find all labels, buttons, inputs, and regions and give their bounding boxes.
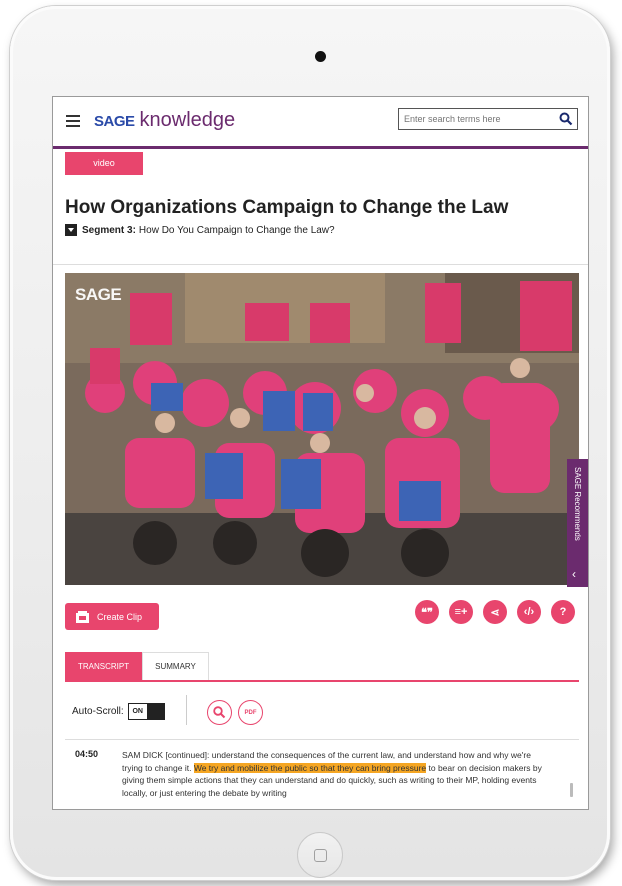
share-icon: ⋖	[490, 606, 500, 619]
video-frame-image	[65, 273, 579, 585]
tabs-underline	[65, 680, 579, 682]
create-clip-label: Create Clip	[97, 611, 143, 622]
segment-row[interactable]: Segment 3: How Do You Campaign to Change…	[65, 224, 335, 236]
video-player[interactable]: SAGE	[65, 273, 579, 585]
search-icon	[213, 706, 226, 719]
search-icon[interactable]	[559, 112, 573, 126]
pdf-button[interactable]: PDF	[238, 700, 263, 725]
segment-dropdown-icon[interactable]	[65, 224, 77, 236]
segment-label: Segment 3:	[82, 224, 136, 236]
tab-transcript[interactable]: TRANSCRIPT	[65, 652, 143, 680]
page-title: How Organizations Campaign to Change the…	[65, 197, 509, 218]
header: SAGE knowledge	[53, 97, 588, 149]
autoscroll-control: Auto-Scroll: ON	[72, 703, 165, 720]
tablet-frame: SAGE knowledge video How Organizations C…	[10, 6, 610, 880]
create-clip-button[interactable]: Create Clip	[65, 603, 159, 630]
autoscroll-label: Auto-Scroll:	[72, 706, 124, 717]
action-buttons: ❝❞ ≡+ ⋖ ‹/› ?	[415, 600, 585, 624]
screen: SAGE knowledge video How Organizations C…	[52, 96, 589, 810]
help-icon: ?	[559, 606, 567, 618]
toolbar-divider	[186, 695, 187, 725]
logo-text: knowledge	[139, 109, 236, 131]
search-box	[398, 108, 578, 130]
transcript-search-button[interactable]	[207, 700, 232, 725]
transcript-text: SAM DICK [continued]: understand the con…	[122, 749, 552, 799]
sage-recommends-label: SAGE Recommends	[573, 467, 582, 541]
logo[interactable]: SAGE knowledge	[94, 109, 235, 132]
transcript-highlight: We try and mobilize the public so that t…	[193, 762, 427, 773]
video-watermark: SAGE	[75, 285, 122, 304]
cite-button[interactable]: ❝❞	[415, 600, 439, 624]
pdf-label: PDF	[244, 709, 257, 716]
sage-recommends-tab[interactable]: SAGE Recommends ‹	[567, 459, 588, 587]
home-icon	[314, 849, 327, 862]
menu-icon[interactable]	[66, 115, 80, 127]
transcript-scrollbar[interactable]	[570, 783, 573, 797]
tab-bar: TRANSCRIPT SUMMARY	[65, 652, 209, 680]
transcript-divider	[65, 739, 579, 740]
autoscroll-toggle[interactable]: ON	[127, 703, 165, 720]
help-button[interactable]: ?	[551, 600, 575, 624]
chevron-left-icon: ‹	[572, 567, 576, 581]
embed-button[interactable]: ‹/›	[517, 600, 541, 624]
divider	[53, 264, 588, 265]
cite-icon: ❝❞	[421, 606, 433, 619]
add-to-list-button[interactable]: ≡+	[449, 600, 473, 624]
share-button[interactable]: ⋖	[483, 600, 507, 624]
camera	[315, 51, 326, 62]
content-type-badge: video	[65, 152, 143, 175]
embed-icon: ‹/›	[523, 606, 535, 618]
add-to-list-icon: ≡+	[454, 606, 468, 618]
transcript-entry: 04:50 SAM DICK [continued]: understand t…	[75, 749, 575, 799]
clip-icon	[76, 610, 89, 623]
tab-summary[interactable]: SUMMARY	[142, 652, 209, 680]
home-button[interactable]	[297, 832, 343, 878]
toggle-state: ON	[128, 704, 147, 719]
segment-title: How Do You Campaign to Change the Law?	[138, 224, 335, 236]
timestamp[interactable]: 04:50	[75, 749, 122, 799]
logo-mark: SAGE	[94, 113, 135, 130]
search-input[interactable]	[404, 112, 554, 126]
